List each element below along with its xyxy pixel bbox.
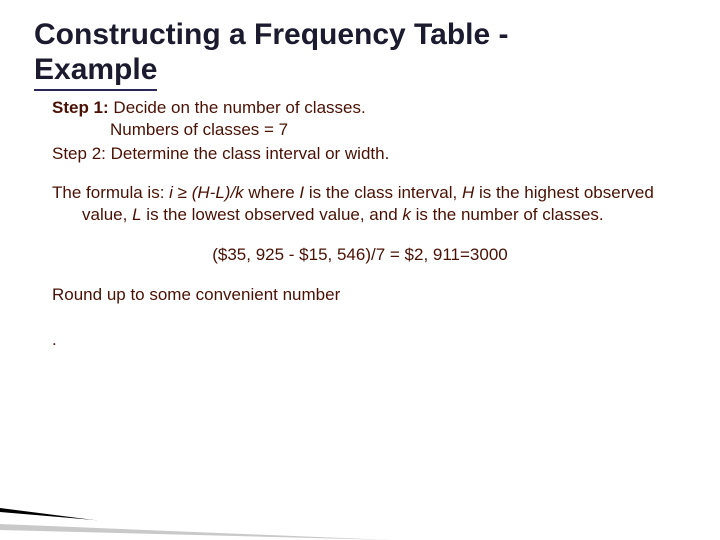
step1-text: Decide on the number of classes. xyxy=(109,98,366,117)
expr-hlk: (H-L)/k xyxy=(187,183,244,202)
slide-body: Step 1: Decide on the number of classes.… xyxy=(34,97,686,351)
round-note: Round up to some convenient number xyxy=(52,284,686,306)
t-where: where xyxy=(244,183,300,202)
step2-line: Step 2: Determine the class interval or … xyxy=(52,143,686,165)
slide: Constructing a Frequency Table - Example… xyxy=(0,0,720,540)
title-line-2: Example xyxy=(34,53,157,92)
var-k: k xyxy=(402,205,411,224)
step1-subline: Numbers of classes = 7 xyxy=(110,119,686,141)
def-L: is the lowest observed value, and xyxy=(142,205,403,224)
title-line-1: Constructing a Frequency Table - xyxy=(34,18,509,51)
var-i: i xyxy=(169,183,178,202)
formula-text: The formula is: i ≥ (H-L)/k where I is t… xyxy=(52,182,686,226)
corner-decoration xyxy=(0,450,390,540)
var-L: L xyxy=(132,205,141,224)
step1-label: Step 1: xyxy=(52,98,109,117)
def-I: is the class interval, xyxy=(304,183,462,202)
slide-title: Constructing a Frequency Table - Example xyxy=(34,18,686,91)
formula-paragraph: The formula is: i ≥ (H-L)/k where I is t… xyxy=(52,182,686,226)
t-pre: The formula is: xyxy=(52,183,169,202)
equation-line: ($35, 925 - $15, 546)/7 = $2, 911=3000 xyxy=(34,244,686,266)
trailing-dot: . xyxy=(52,329,686,351)
var-H: H xyxy=(462,183,474,202)
def-k: is the number of classes. xyxy=(411,205,604,224)
sym-ge: ≥ xyxy=(178,183,187,202)
step1-line: Step 1: Decide on the number of classes. xyxy=(52,97,686,119)
